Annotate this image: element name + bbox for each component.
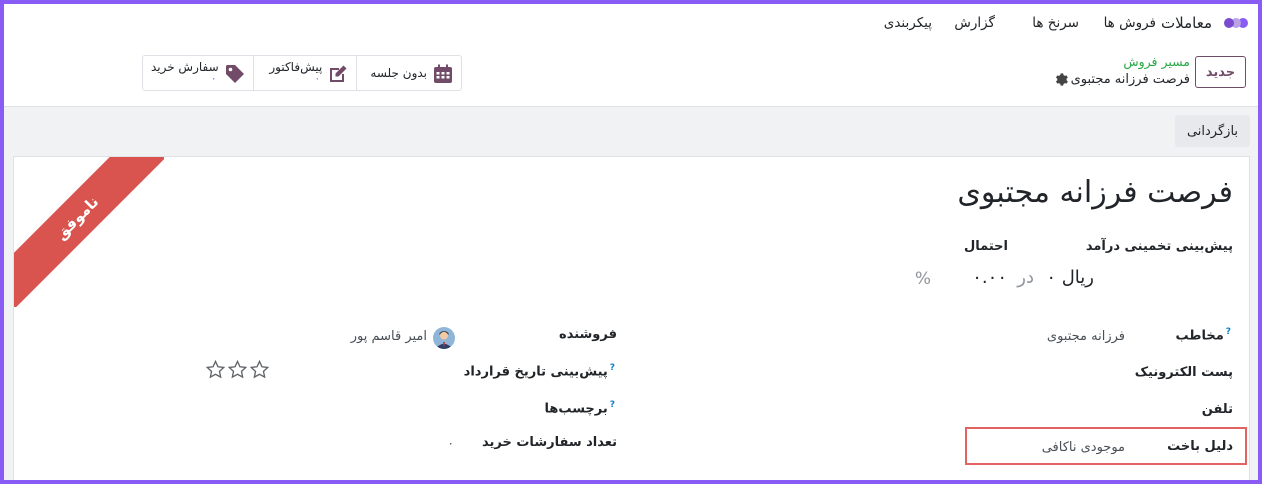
salesperson-label: فروشنده bbox=[559, 327, 617, 342]
app-name[interactable]: معاملات bbox=[1161, 14, 1212, 32]
star-icon[interactable] bbox=[206, 360, 225, 379]
expected-closing-label: پیش‌بینی تاریخ قرارداد? bbox=[464, 363, 617, 379]
phone-label: تلفن bbox=[1201, 402, 1233, 417]
contact-label-text: مخاطب bbox=[1175, 328, 1224, 344]
purchase-count-label: تعداد سفارشات خرید bbox=[482, 435, 617, 450]
edit-icon bbox=[330, 65, 347, 82]
purchase-orders-label: سفارش خرید bbox=[150, 60, 219, 74]
ribbon-label: ناموفق bbox=[14, 157, 164, 307]
lost-reason-label: دلیل باخت bbox=[1167, 439, 1233, 454]
salesperson-field[interactable]: امیر قاسم پور bbox=[351, 329, 427, 344]
contact-help-icon[interactable]: ? bbox=[1226, 327, 1231, 337]
meetings-label: بدون جلسه bbox=[370, 66, 427, 80]
at-label: در bbox=[1017, 267, 1034, 288]
star-icon[interactable] bbox=[250, 360, 269, 379]
purchase-orders-smart-button[interactable]: سفارش خرید ۰ bbox=[143, 56, 253, 90]
probability-field[interactable]: ۰.۰۰ bbox=[972, 267, 1007, 288]
meetings-smart-button[interactable]: بدون جلسه bbox=[356, 56, 461, 90]
tag-icon bbox=[225, 65, 244, 83]
quotations-count: ۰ bbox=[314, 72, 321, 85]
form-sheet: ناموفق فرصت فرزانه مجتبوی پیش‌بینی تخمین… bbox=[13, 156, 1250, 480]
restore-button[interactable]: بازگردانی bbox=[1175, 115, 1250, 147]
menu-sales[interactable]: فروش ها bbox=[1104, 15, 1156, 31]
top-navbar: معاملات فروش ها سرنخ ها گزارش پیکربندی bbox=[4, 4, 1258, 42]
tags-label-text: برچسب‌ها bbox=[544, 401, 608, 417]
app-window: معاملات فروش ها سرنخ ها گزارش پیکربندی ج… bbox=[4, 4, 1258, 480]
contact-field[interactable]: فرزانه مجتبوی bbox=[1047, 329, 1125, 344]
priority-stars bbox=[206, 360, 269, 379]
tags-help-icon[interactable]: ? bbox=[610, 400, 615, 410]
expected-revenue-field[interactable]: ریال ۰ bbox=[1046, 267, 1094, 288]
lost-ribbon: ناموفق bbox=[14, 157, 164, 307]
percent-sign: % bbox=[914, 269, 931, 289]
calendar-icon bbox=[434, 64, 452, 83]
star-icon[interactable] bbox=[228, 360, 247, 379]
email-label: پست الکترونیک bbox=[1134, 365, 1233, 380]
purchase-count-field: ۰ bbox=[447, 436, 454, 450]
menu-leads[interactable]: سرنخ ها bbox=[1032, 15, 1079, 31]
quotations-smart-button[interactable]: پیش‌فاکتور ۰ bbox=[252, 56, 357, 90]
user-avatar-icon bbox=[435, 331, 453, 349]
menu-configuration[interactable]: پیکربندی bbox=[884, 15, 932, 31]
contact-label: مخاطب? bbox=[1175, 327, 1233, 343]
menu-reporting[interactable]: گزارش bbox=[954, 15, 995, 31]
expected-closing-help-icon[interactable]: ? bbox=[610, 363, 615, 373]
probability-label: احتمال bbox=[963, 239, 1008, 254]
gear-icon[interactable] bbox=[1055, 73, 1068, 86]
tags-label: برچسب‌ها? bbox=[545, 400, 617, 416]
smart-buttons: بدون جلسه پیش‌فاکتور ۰ سفارش خرید ۰ bbox=[142, 55, 462, 91]
purchase-orders-count: ۰ bbox=[210, 72, 217, 85]
expected-closing-label-text: پیش‌بینی تاریخ قرارداد bbox=[463, 364, 608, 380]
lost-reason-field[interactable]: موجودی ناکافی bbox=[1042, 440, 1125, 455]
new-button[interactable]: جدید bbox=[1195, 56, 1246, 88]
breadcrumb-current: فرصت فرزانه مجتبوی bbox=[1070, 72, 1190, 87]
breadcrumb-parent-link[interactable]: مسیر فروش bbox=[1123, 54, 1190, 69]
record-title[interactable]: فرصت فرزانه مجتبوی bbox=[957, 175, 1233, 210]
odoo-logo-icon[interactable] bbox=[1222, 16, 1248, 30]
avatar bbox=[433, 327, 455, 349]
expected-revenue-label: پیش‌بینی تخمینی درآمد bbox=[1085, 239, 1233, 254]
